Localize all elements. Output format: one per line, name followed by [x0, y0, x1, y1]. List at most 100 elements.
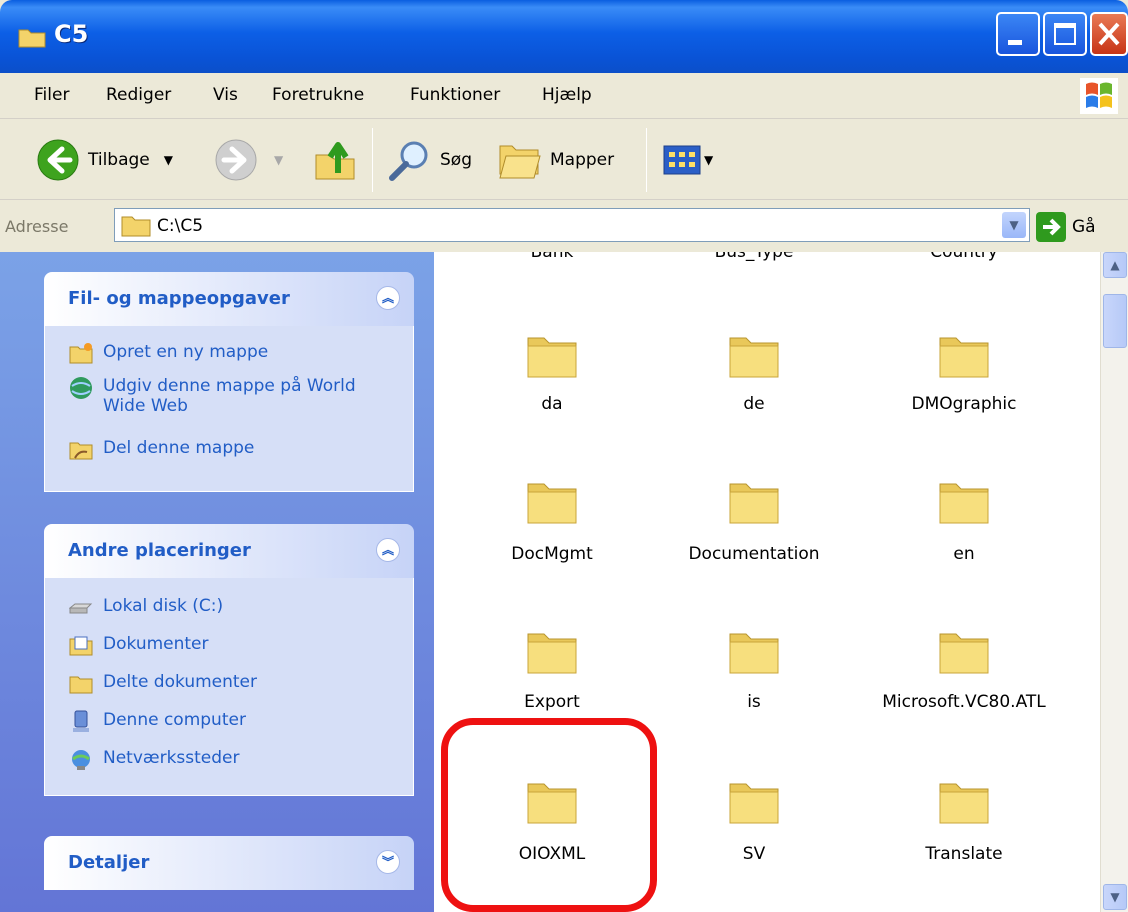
folder-icon [69, 676, 93, 694]
menu-filer[interactable]: Filer [34, 85, 69, 105]
details-title: Detaljer [68, 852, 150, 873]
place-my-computer[interactable]: Denne computer [69, 710, 246, 734]
address-dropdown-icon[interactable]: ▼ [1002, 212, 1026, 238]
folder-icon [729, 783, 779, 824]
folder-label: Microsoft.VC80.ATL [882, 692, 1046, 712]
place-label: Netværkssteder [103, 748, 240, 768]
file-tasks-header[interactable]: Fil- og mappeopgaver ︽ [44, 272, 414, 326]
menu-vis[interactable]: Vis [213, 85, 238, 105]
folder-icon [729, 483, 779, 524]
forward-arrow-icon [215, 139, 257, 181]
back-arrow-icon [37, 139, 79, 181]
task-new-folder[interactable]: Opret en ny mappe [69, 342, 268, 366]
folder-label: DMOgraphic [911, 394, 1017, 414]
folder-label: Country [930, 252, 998, 262]
expand-chevron-icon[interactable]: ︾ [376, 850, 400, 874]
place-documents[interactable]: Dokumenter [69, 634, 209, 658]
folder-label: Documentation [688, 544, 820, 564]
place-shared-documents[interactable]: Delte dokumenter [69, 672, 257, 696]
search-icon [389, 141, 428, 181]
go-label: Gå [1072, 217, 1096, 237]
folders-label: Mapper [550, 150, 615, 170]
folders-icon [499, 145, 541, 179]
task-pane: Fil- og mappeopgaver ︽ Opret en ny mappe… [0, 252, 434, 912]
go-button[interactable]: Gå [1036, 212, 1096, 242]
new-folder-icon [69, 343, 93, 364]
task-publish-web[interactable]: Udgiv denne mappe på World Wide Web [69, 376, 369, 416]
up-folder-icon [315, 142, 355, 180]
address-label: Adresse [5, 217, 69, 236]
other-places-title: Andre placeringer [68, 540, 251, 561]
window-title: C5 [54, 20, 89, 48]
folder-icon [527, 337, 577, 378]
close-button[interactable] [1090, 12, 1128, 56]
place-label: Denne computer [103, 710, 246, 730]
file-tasks-panel: Opret en ny mappe Udgiv denne mappe på W… [44, 326, 414, 492]
folders-button[interactable]: Mapper [498, 135, 614, 185]
scroll-thumb[interactable] [1103, 294, 1127, 348]
back-label: Tilbage [88, 150, 150, 170]
title-bar[interactable]: C5 [0, 0, 1128, 73]
search-button[interactable]: Søg [386, 135, 472, 185]
address-value: C:\C5 [157, 216, 204, 236]
task-label: Opret en ny mappe [103, 342, 269, 362]
windows-logo-icon [1080, 78, 1118, 114]
folder-label: de [743, 394, 765, 414]
hard-drive-icon [69, 603, 93, 614]
place-label: Delte dokumenter [103, 672, 257, 692]
forward-dropdown-icon: ▼ [274, 153, 284, 167]
folder-label: is [747, 692, 761, 712]
computer-icon [73, 710, 89, 732]
folder-label: Translate [925, 844, 1003, 864]
folder-label: Bank [530, 252, 574, 262]
details-header[interactable]: Detaljer ︾ [44, 836, 414, 890]
back-dropdown-icon[interactable]: ▼ [164, 153, 173, 167]
folder-icon [527, 633, 577, 674]
place-network[interactable]: Netværkssteder [69, 748, 240, 772]
folder-icon [939, 337, 989, 378]
documents-icon [69, 636, 93, 656]
menu-hjaelp[interactable]: Hjælp [542, 85, 592, 105]
views-button[interactable]: ▼ [662, 135, 713, 185]
folder-icon [939, 783, 989, 824]
minimize-button[interactable] [996, 12, 1040, 56]
collapse-chevron-icon[interactable]: ︽ [376, 538, 400, 562]
folder-icon [18, 29, 46, 48]
folder-label: DocMgmt [511, 544, 593, 564]
folder-icon [729, 337, 779, 378]
minimize-icon [1008, 40, 1022, 45]
explorer-window: C5 Filer Rediger Vis Foretrukne Funktion… [0, 0, 1128, 912]
menu-foretrukne[interactable]: Foretrukne [272, 85, 364, 105]
other-places-panel: Lokal disk (C:) Dokumenter Delte dokumen… [44, 578, 414, 796]
address-input[interactable]: C:\C5 ▼ [114, 208, 1030, 242]
folder-label: Export [524, 692, 580, 712]
other-places-header[interactable]: Andre placeringer ︽ [44, 524, 414, 578]
scroll-up-icon[interactable]: ▲ [1103, 252, 1127, 278]
file-tasks-title: Fil- og mappeopgaver [68, 288, 290, 309]
task-share-folder[interactable]: Del denne mappe [69, 438, 254, 462]
network-icon [72, 750, 90, 770]
folder-label: en [953, 544, 975, 564]
close-icon [1098, 22, 1120, 46]
address-bar: Adresse C:\C5 ▼ Gå [0, 200, 1128, 252]
place-local-disk[interactable]: Lokal disk (C:) [69, 596, 223, 620]
views-dropdown-icon: ▼ [704, 153, 714, 167]
collapse-chevron-icon[interactable]: ︽ [376, 286, 400, 310]
share-folder-icon [69, 442, 93, 460]
menu-funktioner[interactable]: Funktioner [410, 85, 500, 105]
maximize-icon [1054, 23, 1076, 45]
up-folder-button[interactable] [312, 135, 358, 185]
forward-button[interactable]: ▼ [214, 135, 283, 185]
folder-icon [729, 633, 779, 674]
go-arrow-icon [1036, 212, 1066, 242]
maximize-button[interactable] [1043, 12, 1087, 56]
back-button[interactable]: Tilbage ▼ [36, 135, 173, 185]
globe-icon [70, 377, 92, 399]
toolbar: Tilbage ▼ ▼ Søg Mapper ▼ [0, 120, 1128, 200]
folder-label: SV [742, 844, 766, 864]
vertical-scrollbar[interactable]: ▲ ▼ [1100, 252, 1128, 912]
place-label: Lokal disk (C:) [103, 596, 224, 616]
folder-icon [527, 483, 577, 524]
menu-rediger[interactable]: Rediger [106, 85, 171, 105]
scroll-down-icon[interactable]: ▼ [1103, 884, 1127, 910]
